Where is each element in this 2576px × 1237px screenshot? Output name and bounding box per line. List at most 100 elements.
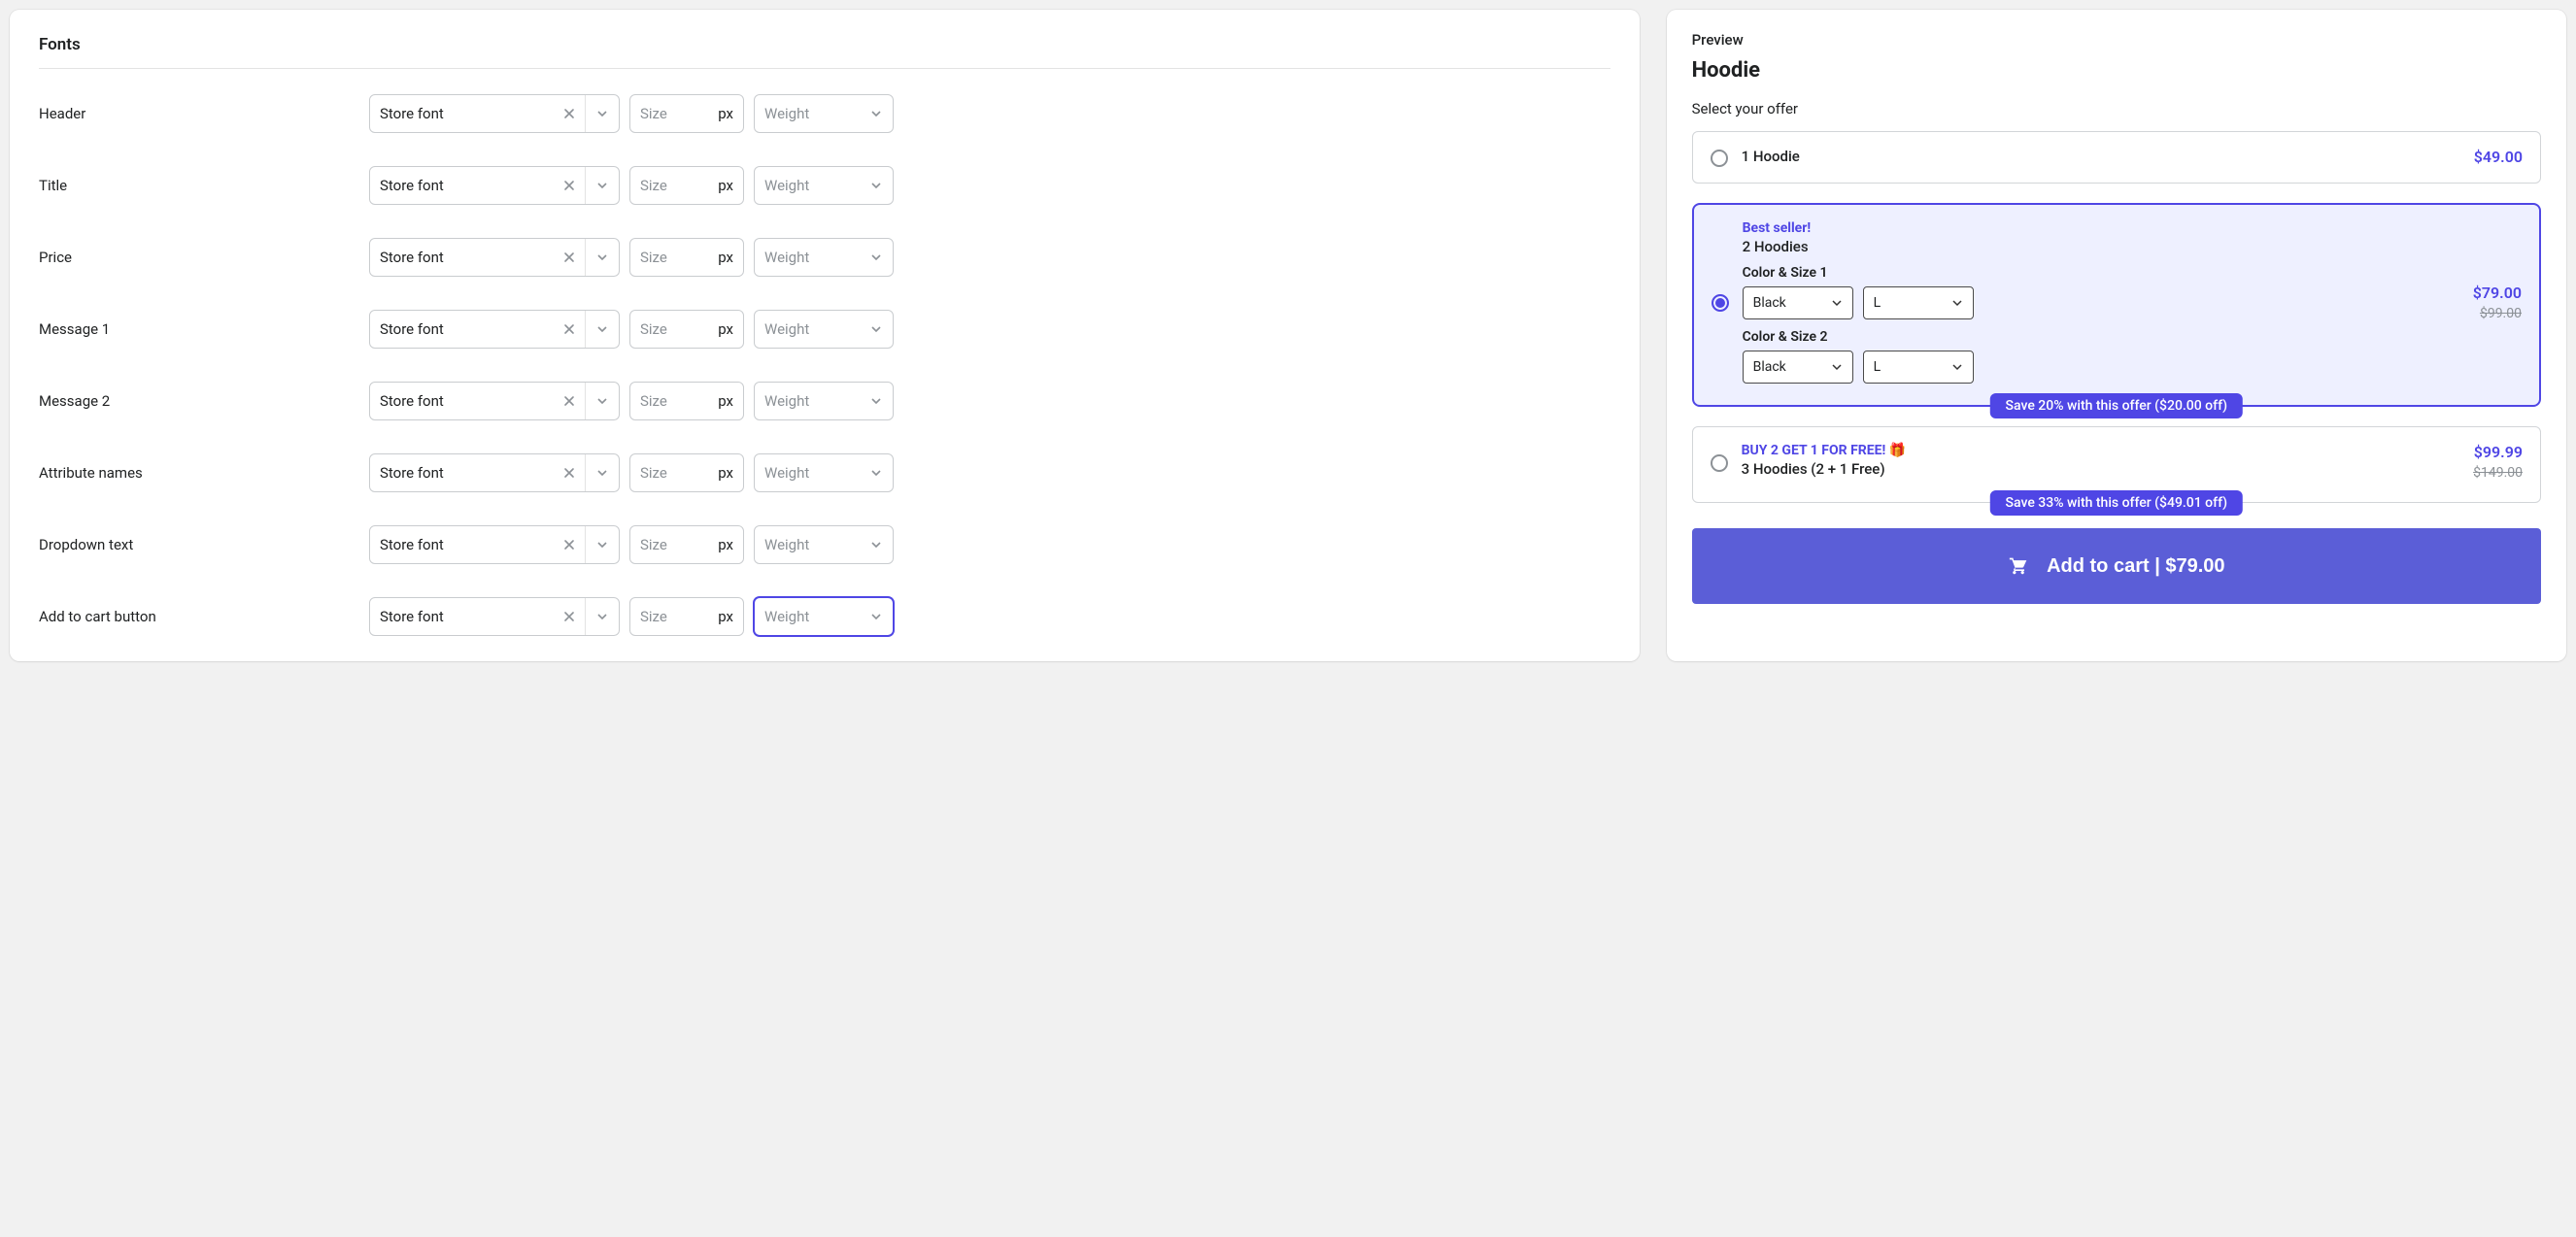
font-row: Price Store font Size px Weight — [39, 238, 1610, 277]
chevron-down-icon — [1951, 297, 1963, 309]
offer-3[interactable]: BUY 2 GET 1 FOR FREE! 🎁 3 Hoodies (2 + 1… — [1692, 426, 2541, 503]
chevron-down-icon[interactable] — [860, 108, 893, 119]
font-size-input[interactable]: Size px — [629, 525, 744, 564]
font-weight-select[interactable]: Weight — [754, 166, 894, 205]
chevron-down-icon[interactable] — [586, 108, 619, 119]
font-row-label: Price — [39, 249, 369, 266]
font-family-value: Store font — [370, 249, 553, 266]
font-row-label: Message 2 — [39, 392, 369, 410]
clear-icon[interactable] — [553, 598, 586, 635]
offer-1[interactable]: 1 Hoodie $49.00 — [1692, 131, 2541, 184]
font-row-label: Title — [39, 177, 369, 194]
chevron-down-icon[interactable] — [586, 611, 619, 622]
font-weight-select[interactable]: Weight — [754, 525, 894, 564]
font-size-unit: px — [708, 105, 743, 122]
variant-2-size-select[interactable]: L — [1863, 351, 1974, 384]
font-size-placeholder: Size — [630, 464, 708, 482]
font-size-unit: px — [708, 608, 743, 625]
clear-icon[interactable] — [553, 311, 586, 348]
font-size-input[interactable]: Size px — [629, 238, 744, 277]
chevron-down-icon[interactable] — [860, 611, 893, 622]
offer-3-savings-pill: Save 33% with this offer ($49.01 off) — [1990, 490, 2243, 516]
radio-unchecked-icon[interactable] — [1711, 454, 1728, 472]
font-family-select[interactable]: Store font — [369, 382, 620, 420]
font-weight-select[interactable]: Weight — [754, 310, 894, 349]
font-row-label: Header — [39, 105, 369, 122]
variant-1-size-select[interactable]: L — [1863, 286, 1974, 319]
clear-icon[interactable] — [553, 383, 586, 419]
font-size-unit: px — [708, 464, 743, 482]
chevron-down-icon[interactable] — [586, 467, 619, 479]
font-size-input[interactable]: Size px — [629, 453, 744, 492]
font-size-input[interactable]: Size px — [629, 166, 744, 205]
font-size-unit: px — [708, 177, 743, 194]
chevron-down-icon[interactable] — [586, 251, 619, 263]
chevron-down-icon[interactable] — [860, 395, 893, 407]
chevron-down-icon[interactable] — [586, 323, 619, 335]
variant-1-color-value: Black — [1753, 295, 1786, 311]
offer-3-badge: BUY 2 GET 1 FOR FREE! 🎁 — [1742, 443, 1907, 458]
font-weight-select[interactable]: Weight — [754, 238, 894, 277]
font-weight-select[interactable]: Weight — [754, 382, 894, 420]
font-family-select[interactable]: Store font — [369, 453, 620, 492]
chevron-down-icon[interactable] — [586, 395, 619, 407]
chevron-down-icon[interactable] — [860, 467, 893, 479]
add-to-cart-button[interactable]: Add to cart | $79.00 — [1692, 528, 2541, 604]
font-size-placeholder: Size — [630, 392, 708, 410]
offer-1-name: 1 Hoodie — [1742, 148, 1800, 165]
variant-1-size-value: L — [1874, 295, 1881, 311]
product-name: Hoodie — [1692, 58, 2541, 83]
chevron-down-icon[interactable] — [860, 323, 893, 335]
radio-unchecked-icon[interactable] — [1711, 150, 1728, 167]
variant-1-color-select[interactable]: Black — [1743, 286, 1853, 319]
font-weight-select[interactable]: Weight — [754, 94, 894, 133]
font-family-select[interactable]: Store font — [369, 310, 620, 349]
clear-icon[interactable] — [553, 454, 586, 491]
font-size-input[interactable]: Size px — [629, 310, 744, 349]
offer-2[interactable]: Best seller! 2 Hoodies Color & Size 1 Bl… — [1692, 203, 2541, 407]
variant-1-label: Color & Size 1 — [1743, 265, 1974, 281]
chevron-down-icon[interactable] — [586, 539, 619, 551]
font-weight-select[interactable]: Weight — [754, 597, 894, 636]
font-family-select[interactable]: Store font — [369, 525, 620, 564]
chevron-down-icon[interactable] — [586, 180, 619, 191]
font-size-placeholder: Size — [630, 320, 708, 338]
font-size-placeholder: Size — [630, 536, 708, 553]
offer-3-name: 3 Hoodies (2 + 1 Free) — [1742, 460, 1907, 478]
font-family-select[interactable]: Store font — [369, 166, 620, 205]
chevron-down-icon[interactable] — [860, 180, 893, 191]
font-size-input[interactable]: Size px — [629, 597, 744, 636]
font-family-value: Store font — [370, 608, 553, 625]
font-size-input[interactable]: Size px — [629, 94, 744, 133]
font-row: Dropdown text Store font Size px Weight — [39, 525, 1610, 564]
font-row: Attribute names Store font Size px Weigh… — [39, 453, 1610, 492]
clear-icon[interactable] — [553, 95, 586, 132]
font-weight-placeholder: Weight — [755, 177, 860, 194]
clear-icon[interactable] — [553, 239, 586, 276]
variant-2-color-select[interactable]: Black — [1743, 351, 1853, 384]
font-size-placeholder: Size — [630, 105, 708, 122]
font-family-select[interactable]: Store font — [369, 597, 620, 636]
font-size-unit: px — [708, 249, 743, 266]
font-row: Message 1 Store font Size px Weight — [39, 310, 1610, 349]
offer-2-badge: Best seller! — [1743, 220, 1974, 236]
offer-1-price: $49.00 — [2474, 148, 2523, 166]
font-family-value: Store font — [370, 536, 553, 553]
radio-checked-icon[interactable] — [1712, 294, 1729, 312]
font-size-unit: px — [708, 320, 743, 338]
font-row: Add to cart button Store font Size px We… — [39, 597, 1610, 636]
font-size-unit: px — [708, 392, 743, 410]
clear-icon[interactable] — [553, 167, 586, 204]
font-weight-placeholder: Weight — [755, 249, 860, 266]
font-family-select[interactable]: Store font — [369, 94, 620, 133]
font-row-label: Attribute names — [39, 464, 369, 482]
fonts-section-title: Fonts — [39, 35, 1610, 69]
font-weight-select[interactable]: Weight — [754, 453, 894, 492]
offer-2-price: $79.00 — [2473, 284, 2522, 302]
clear-icon[interactable] — [553, 526, 586, 563]
chevron-down-icon[interactable] — [860, 539, 893, 551]
chevron-down-icon[interactable] — [860, 251, 893, 263]
font-family-select[interactable]: Store font — [369, 238, 620, 277]
font-row: Message 2 Store font Size px Weight — [39, 382, 1610, 420]
font-size-input[interactable]: Size px — [629, 382, 744, 420]
